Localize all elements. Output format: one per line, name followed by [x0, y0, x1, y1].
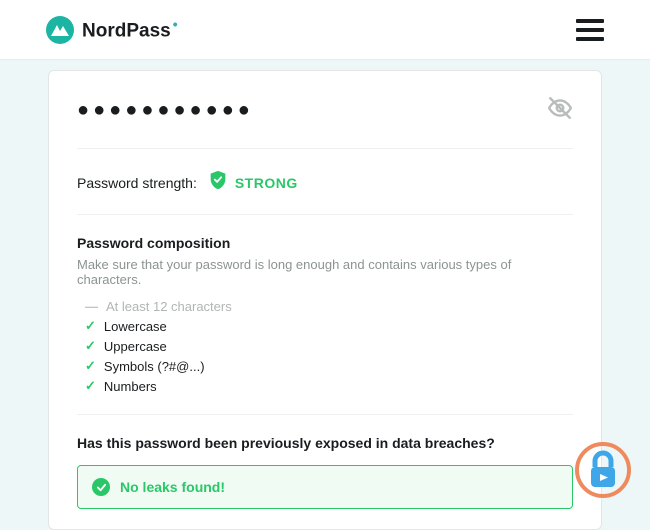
- password-input[interactable]: ●●●●●●●●●●●: [77, 99, 254, 122]
- composition-list: — At least 12 characters ✓ Lowercase ✓ Upperc…: [77, 299, 573, 394]
- shield-check-icon: [207, 169, 229, 196]
- check-icon: ✓: [85, 358, 96, 374]
- breach-result-text: No leaks found!: [120, 479, 225, 495]
- brand-name: NordPass•: [82, 16, 178, 42]
- check-icon: ✓: [85, 318, 96, 334]
- dash-icon: —: [85, 299, 98, 314]
- composition-item: — At least 12 characters: [85, 299, 573, 314]
- check-icon: ✓: [85, 338, 96, 354]
- check-icon: ✓: [85, 378, 96, 394]
- check-circle-icon: [92, 478, 110, 496]
- breach-result-box: No leaks found!: [77, 465, 573, 509]
- composition-item-label: Symbols (?#@...): [104, 359, 205, 374]
- composition-item: ✓ Numbers: [85, 378, 573, 394]
- password-field-row: ●●●●●●●●●●●: [77, 95, 573, 149]
- topbar: NordPass•: [0, 0, 650, 60]
- breach-question: Has this password been previously expose…: [77, 435, 573, 451]
- composition-item-label: Uppercase: [104, 339, 167, 354]
- menu-icon[interactable]: [576, 19, 604, 41]
- composition-section: Password composition Make sure that your…: [77, 215, 573, 415]
- composition-item-label: Numbers: [104, 379, 157, 394]
- composition-item-label: At least 12 characters: [106, 299, 232, 314]
- composition-item: ✓ Symbols (?#@...): [85, 358, 573, 374]
- composition-title: Password composition: [77, 235, 573, 251]
- composition-item: ✓ Lowercase: [85, 318, 573, 334]
- composition-item-label: Lowercase: [104, 319, 167, 334]
- strength-row: Password strength: STRONG: [77, 149, 573, 215]
- strength-value: STRONG: [235, 175, 298, 191]
- composition-item: ✓ Uppercase: [85, 338, 573, 354]
- strength-label: Password strength:: [77, 175, 197, 191]
- password-checker-card: ●●●●●●●●●●● Password strength: STRONG Pa…: [48, 70, 602, 530]
- logo-mountain-icon: [46, 16, 74, 44]
- eye-off-icon[interactable]: [547, 95, 573, 126]
- composition-subtitle: Make sure that your password is long eno…: [77, 257, 573, 287]
- brand-logo[interactable]: NordPass•: [46, 16, 178, 44]
